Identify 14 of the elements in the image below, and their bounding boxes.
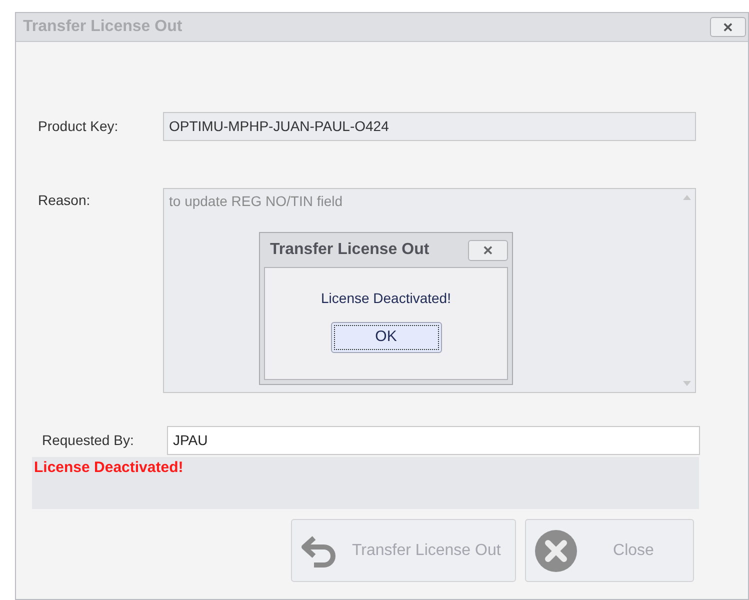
text-field[interactable]: JPAU	[167, 426, 700, 455]
reason-text: to update REG NO/TIN field	[169, 193, 343, 209]
message-box-title: Transfer License Out	[270, 240, 430, 260]
field-label: Reason:	[37, 191, 92, 210]
close-circle-icon	[534, 528, 578, 572]
field-label: Requested By:	[41, 431, 135, 450]
close-button[interactable]: ✕	[710, 17, 746, 37]
window-title: Transfer License Out	[23, 17, 182, 37]
field-label: Product Key:	[37, 117, 120, 136]
message-text: License Deactivated!	[321, 289, 451, 308]
status-message: License Deactivated!	[34, 459, 184, 476]
undo-arrow-icon	[300, 534, 338, 568]
ok-button[interactable]: OK	[330, 322, 442, 353]
close-button[interactable]: ✕	[468, 240, 508, 260]
